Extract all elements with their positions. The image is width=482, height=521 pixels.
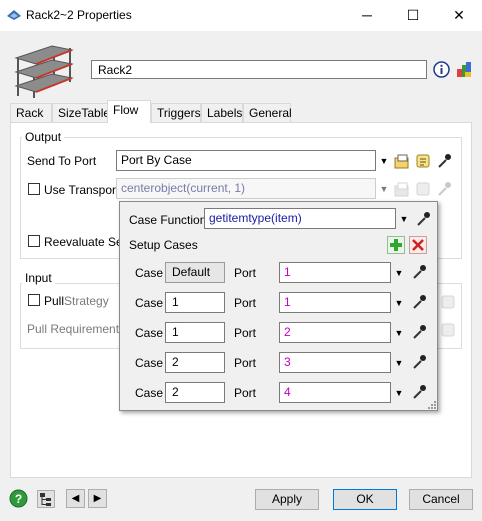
- send-to-port-combo[interactable]: Port By Case: [116, 150, 376, 171]
- case-label: Case: [135, 386, 164, 400]
- send-to-port-dropdown-icon[interactable]: ▼: [379, 156, 389, 166]
- window-title: Rack2~2 Properties: [26, 8, 132, 22]
- tab-flow[interactable]: Flow: [107, 100, 151, 123]
- minimize-button[interactable]: ─: [344, 0, 390, 31]
- tab-rack[interactable]: Rack: [10, 103, 52, 122]
- case-function-input[interactable]: getitemtype(item): [204, 208, 396, 229]
- use-transport-label: Use Transport: [44, 183, 120, 197]
- properties-icon[interactable]: [456, 61, 472, 78]
- case-row: Case Default Port 1 ▼: [120, 262, 439, 286]
- add-case-icon[interactable]: [387, 236, 405, 254]
- case-value[interactable]: 1: [165, 322, 225, 343]
- pull-strategy-label: Strategy: [64, 294, 109, 308]
- port-label: Port: [234, 326, 257, 340]
- edit-code-icon: [441, 295, 455, 309]
- tab-sizetable[interactable]: SizeTable: [52, 103, 110, 122]
- rack-icon: [14, 45, 74, 98]
- cancel-button[interactable]: Cancel: [409, 489, 473, 510]
- sampler-icon[interactable]: [411, 354, 427, 370]
- sampler-icon[interactable]: [436, 153, 452, 169]
- title-bar: Rack2~2 Properties ─ ☐ ✕: [0, 0, 482, 31]
- edit-properties-icon: [394, 182, 409, 197]
- tab-labels[interactable]: Labels: [201, 103, 243, 122]
- case-label: Case: [135, 326, 164, 340]
- edit-code-icon[interactable]: [415, 153, 431, 169]
- sampler-icon[interactable]: [411, 324, 427, 340]
- send-to-port-label: Send To Port: [27, 154, 97, 168]
- help-icon[interactable]: ?: [9, 489, 28, 508]
- port-input[interactable]: 2: [279, 322, 391, 343]
- tree-view-icon[interactable]: [37, 490, 55, 508]
- next-button[interactable]: ▶: [88, 489, 107, 508]
- close-button[interactable]: ✕: [436, 0, 482, 31]
- port-input[interactable]: 1: [279, 262, 391, 283]
- sampler-icon: [438, 182, 451, 196]
- use-transport-checkbox[interactable]: [28, 183, 40, 195]
- port-dropdown-icon[interactable]: ▼: [394, 388, 404, 398]
- case-value: Default: [165, 262, 225, 283]
- case-value[interactable]: 1: [165, 292, 225, 313]
- sampler-icon[interactable]: [415, 211, 431, 227]
- reevaluate-checkbox[interactable]: [28, 235, 40, 247]
- case-value[interactable]: 2: [165, 382, 225, 403]
- edit-code-icon: [416, 182, 430, 196]
- tab-general[interactable]: General: [243, 103, 292, 122]
- edit-properties-icon[interactable]: [394, 153, 410, 169]
- previous-button[interactable]: ◀: [66, 489, 85, 508]
- sampler-icon[interactable]: [411, 294, 427, 310]
- port-dropdown-icon[interactable]: ▼: [394, 298, 404, 308]
- port-dropdown-icon[interactable]: ▼: [394, 358, 404, 368]
- reevaluate-label: Reevaluate Sen: [44, 235, 130, 249]
- port-label: Port: [234, 266, 257, 280]
- maximize-button[interactable]: ☐: [390, 0, 436, 31]
- ok-button[interactable]: OK: [333, 489, 397, 510]
- input-group-label: Input: [22, 271, 55, 285]
- output-group-label: Output: [22, 130, 65, 144]
- case-value[interactable]: 2: [165, 352, 225, 373]
- remove-case-icon[interactable]: [409, 236, 427, 254]
- case-label: Case: [135, 296, 164, 310]
- port-input[interactable]: 1: [279, 292, 391, 313]
- port-label: Port: [234, 386, 257, 400]
- case-label: Case: [135, 356, 164, 370]
- pull-requirement-label: Pull Requirement: [27, 322, 120, 336]
- case-function-label: Case Function: [129, 213, 207, 227]
- sampler-icon[interactable]: [411, 264, 427, 280]
- port-dropdown-icon[interactable]: ▼: [394, 268, 404, 278]
- resize-grip-icon[interactable]: [428, 401, 436, 409]
- case-row: Case 1 Port 1 ▼: [120, 292, 439, 316]
- help-glyph: ?: [15, 492, 22, 506]
- object-name-input[interactable]: Rack2: [91, 60, 427, 79]
- app-icon: [7, 10, 21, 20]
- apply-button[interactable]: Apply: [255, 489, 319, 510]
- port-label: Port: [234, 296, 257, 310]
- port-dropdown-icon[interactable]: ▼: [394, 328, 404, 338]
- port-label: Port: [234, 356, 257, 370]
- port-input[interactable]: 3: [279, 352, 391, 373]
- edit-code-icon: [441, 323, 455, 337]
- port-input[interactable]: 4: [279, 382, 391, 403]
- info-icon[interactable]: [433, 61, 450, 78]
- port-by-case-popup: Case Function getitemtype(item) ▼ Setup …: [119, 201, 438, 411]
- use-transport-combo: centerobject(current, 1): [116, 178, 376, 199]
- setup-cases-label: Setup Cases: [129, 238, 198, 252]
- case-row: Case 2 Port 3 ▼: [120, 352, 439, 376]
- sampler-icon[interactable]: [411, 384, 427, 400]
- case-row: Case 1 Port 2 ▼: [120, 322, 439, 346]
- case-label: Case: [135, 266, 164, 280]
- tab-triggers[interactable]: Triggers: [151, 103, 201, 122]
- pull-label: Pull: [44, 294, 65, 308]
- case-function-dropdown-icon[interactable]: ▼: [399, 214, 409, 224]
- case-row: Case 2 Port 4 ▼: [120, 382, 439, 406]
- pull-checkbox[interactable]: [28, 294, 40, 306]
- use-transport-dropdown-icon: ▼: [379, 184, 389, 194]
